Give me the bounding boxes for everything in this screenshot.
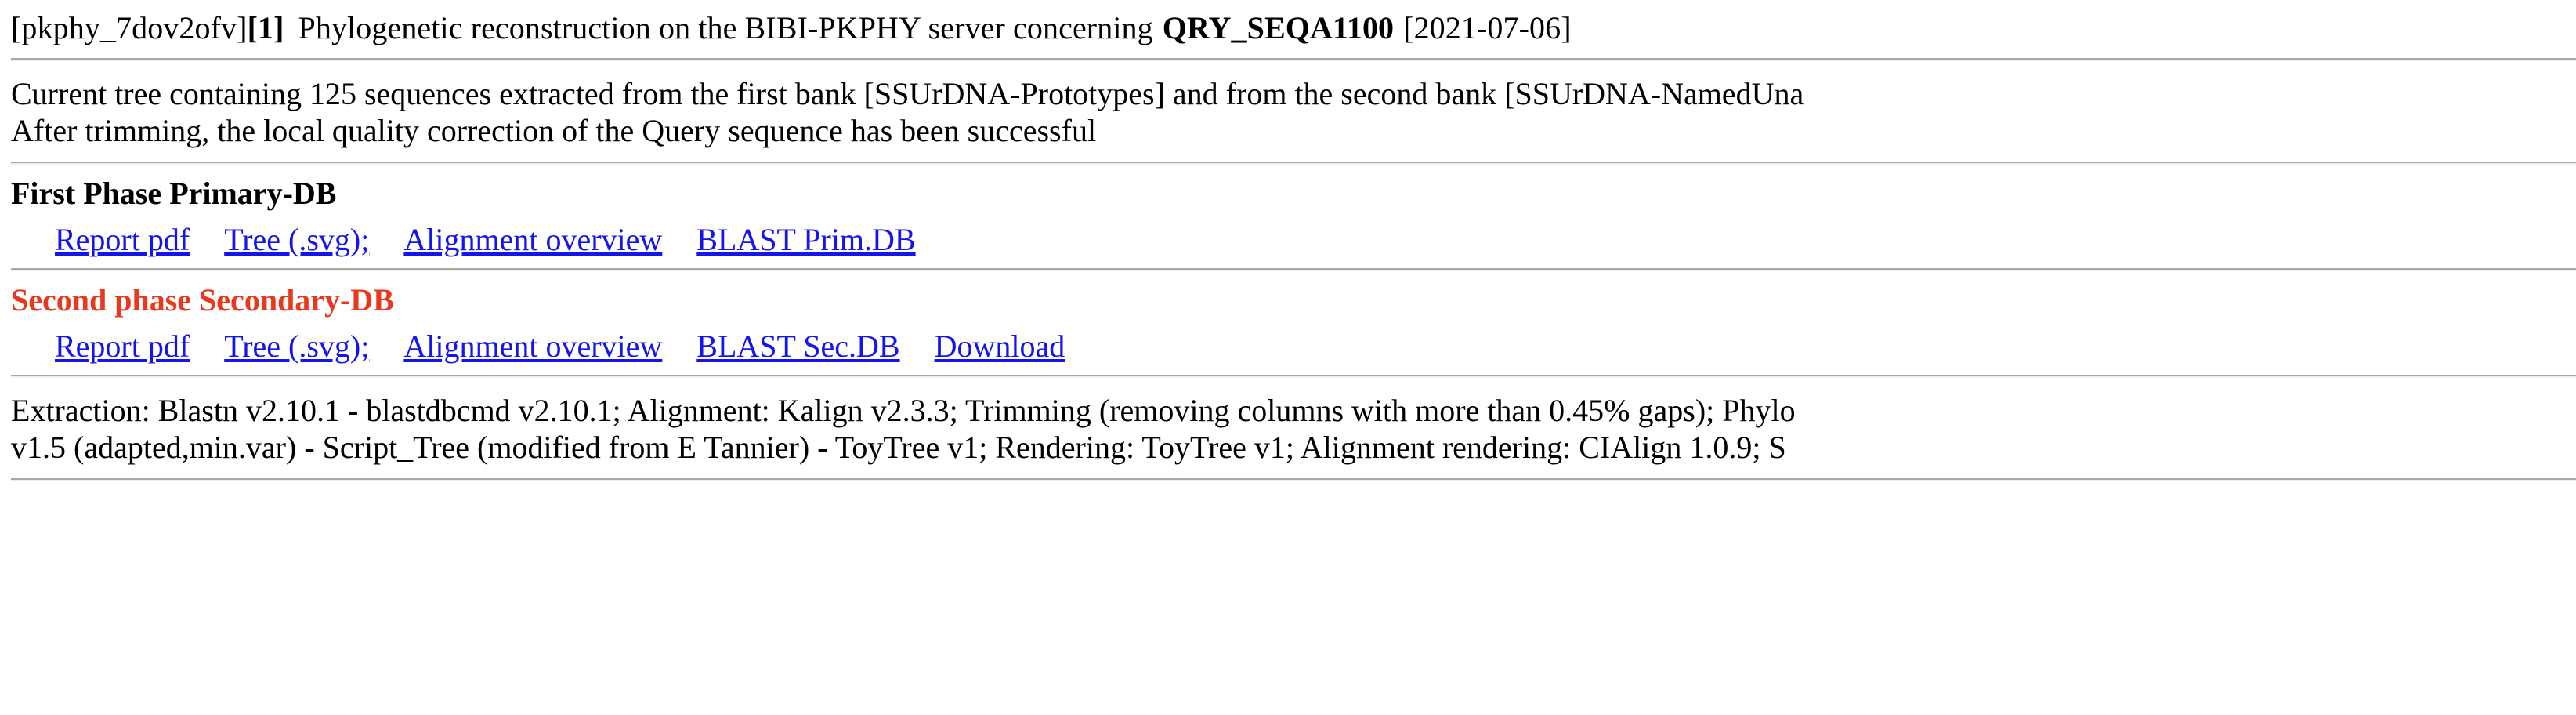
divider-bottom <box>11 478 2576 481</box>
first-phase-heading: First Phase Primary-DB <box>11 176 337 211</box>
run-date: [2021-07-06] <box>1403 10 1572 45</box>
report-page: [pkphy_7dov2ofv][1] Phylogenetic reconstr… <box>0 0 2576 715</box>
first-phase-section: First Phase Primary-DB Report pdf Tree (.… <box>11 165 2576 268</box>
first-phase-blast-prim-db-link[interactable]: BLAST Prim.DB <box>696 222 915 257</box>
first-phase-alignment-overview-link[interactable]: Alignment overview <box>403 222 662 257</box>
job-index: [1] <box>247 10 284 45</box>
second-phase-heading: Second phase Secondary-DB <box>11 282 394 318</box>
status-line-tree-info: Current tree containing 125 sequences ex… <box>11 76 1804 111</box>
page-title: Phylogenetic reconstruction on the BIBI-… <box>298 10 1153 45</box>
query-sequence-name: QRY_SEQA1100 <box>1162 10 1395 45</box>
first-phase-link-row: Report pdf Tree (.svg); Alignment overview… <box>11 212 2576 259</box>
second-phase-report-pdf-link[interactable]: Report pdf <box>55 328 190 364</box>
status-line-trimming: After trimming, the local quality correc… <box>11 113 1097 148</box>
second-phase-tree-svg-link[interactable]: Tree (.svg); <box>224 328 369 364</box>
methods-line-2: v1.5 (adapted,min.var) - Script_Tree (mo… <box>11 430 1786 465</box>
first-phase-tree-svg-link[interactable]: Tree (.svg); <box>224 222 369 257</box>
second-phase-section: Second phase Secondary-DB Report pdf Tree… <box>11 271 2576 375</box>
second-phase-blast-sec-db-link[interactable]: BLAST Sec.DB <box>696 328 899 364</box>
job-id: [pkphy_7dov2ofv] <box>11 10 248 45</box>
page-header: [pkphy_7dov2ofv][1] Phylogenetic reconstr… <box>11 0 2576 58</box>
second-phase-alignment-overview-link[interactable]: Alignment overview <box>403 328 662 364</box>
methods-line-1: Extraction: Blastn v2.10.1 - blastdbcmd … <box>11 393 1796 428</box>
first-phase-report-pdf-link[interactable]: Report pdf <box>55 222 190 257</box>
second-phase-link-row: Report pdf Tree (.svg); Alignment overview… <box>11 318 2576 365</box>
status-paragraph: Current tree containing 125 sequences ex… <box>11 61 2576 162</box>
methods-footer: Extraction: Blastn v2.10.1 - blastdbcmd … <box>11 378 2576 478</box>
second-phase-download-link[interactable]: Download <box>935 328 1065 364</box>
